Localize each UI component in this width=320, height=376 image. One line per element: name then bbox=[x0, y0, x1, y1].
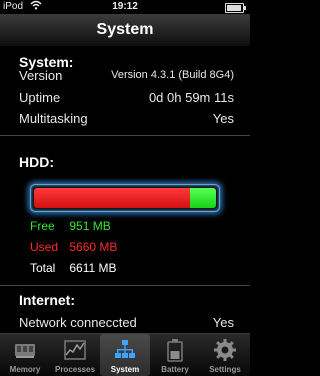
disk-total-stat: Total 6611 MB bbox=[30, 261, 116, 275]
navigation-bar: System bbox=[0, 14, 250, 47]
hdd-section-title: HDD: bbox=[19, 154, 54, 170]
network-row: Network conneccted Yes bbox=[19, 315, 234, 331]
page-title: System bbox=[96, 21, 154, 38]
battery-icon bbox=[163, 338, 187, 362]
disk-used-label: Used bbox=[30, 240, 59, 254]
tab-system-label: System bbox=[110, 365, 140, 374]
version-row: Version Version 4.3.1 (Build 8G4) bbox=[19, 68, 234, 84]
gear-icon bbox=[213, 338, 237, 362]
tab-battery-label: Battery bbox=[161, 365, 189, 374]
status-time: 19:12 bbox=[112, 1, 138, 12]
memory-chip-icon bbox=[13, 338, 37, 362]
graph-icon bbox=[63, 338, 87, 362]
disk-used-value: 5660 MB bbox=[69, 240, 118, 254]
tab-memory[interactable]: Memory bbox=[0, 334, 50, 376]
tab-battery[interactable]: Battery bbox=[150, 334, 200, 376]
disk-used-fill bbox=[34, 188, 190, 208]
multitasking-row: Multitasking Yes bbox=[19, 111, 234, 127]
uptime-value: 0d 0h 59m 11s bbox=[148, 90, 234, 105]
version-value: Version 4.3.1 (Build 8G4) bbox=[111, 69, 234, 81]
tab-memory-label: Memory bbox=[9, 365, 41, 374]
network-value: Yes bbox=[212, 315, 234, 330]
disk-total-value: 6611 MB bbox=[69, 261, 117, 275]
tab-processes-label: Processes bbox=[54, 365, 96, 374]
version-label: Version bbox=[19, 68, 63, 83]
section-divider bbox=[0, 285, 250, 286]
internet-section-title: Internet: bbox=[19, 292, 75, 308]
multitasking-label: Multitasking bbox=[19, 111, 88, 126]
disk-usage-bar bbox=[30, 184, 220, 212]
uptime-label: Uptime bbox=[19, 90, 61, 105]
disk-free-label: Free bbox=[30, 219, 55, 233]
disk-total-label: Total bbox=[30, 261, 56, 275]
system-tree-icon bbox=[113, 338, 137, 362]
tab-processes[interactable]: Processes bbox=[50, 334, 100, 376]
tab-settings-label: Settings bbox=[209, 365, 241, 374]
disk-free-stat: Free 951 MB bbox=[30, 219, 111, 233]
uptime-row: Uptime 0d 0h 59m 11s bbox=[19, 90, 234, 106]
tab-system[interactable]: System bbox=[100, 334, 150, 376]
disk-free-fill bbox=[190, 188, 216, 208]
network-label: Network conneccted bbox=[19, 315, 137, 330]
section-divider bbox=[0, 135, 250, 136]
multitasking-value: Yes bbox=[212, 111, 234, 126]
disk-free-value: 951 MB bbox=[69, 219, 111, 233]
disk-used-stat: Used 5660 MB bbox=[30, 240, 117, 254]
tab-bar: Memory Processes System Battery Settings bbox=[0, 333, 250, 376]
status-bar: iPod 19:12 bbox=[0, 0, 250, 14]
system-info-content[interactable]: System: Version Version 4.3.1 (Build 8G4… bbox=[0, 47, 250, 333]
tab-settings[interactable]: Settings bbox=[200, 334, 250, 376]
battery-status-icon bbox=[225, 3, 246, 13]
